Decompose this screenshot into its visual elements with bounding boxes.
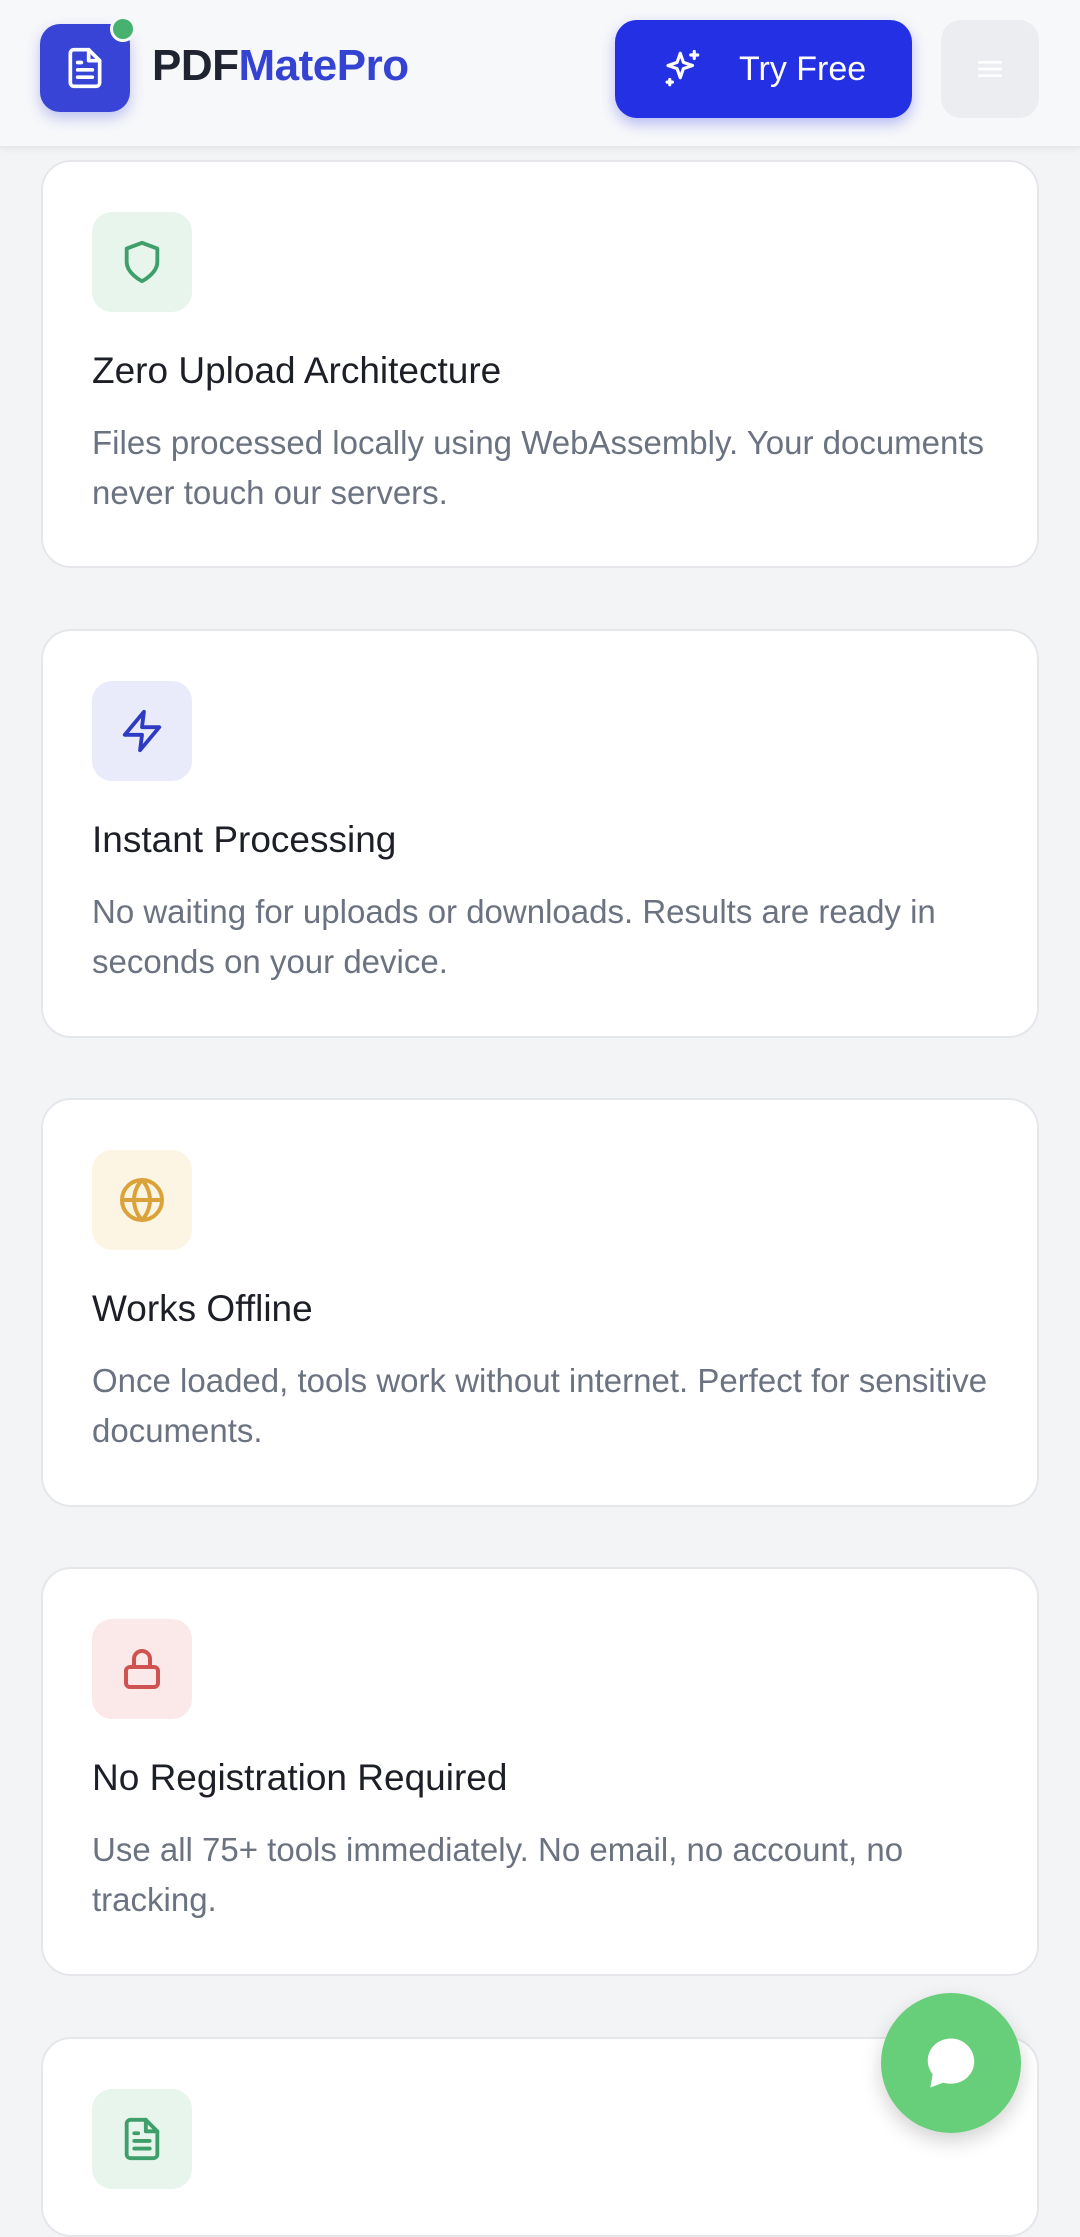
feature-title: Zero Upload Architecture — [92, 350, 502, 391]
try-free-label: Try Free — [739, 50, 867, 88]
shield-icon — [124, 240, 160, 284]
icon-tile — [92, 2089, 192, 2189]
sparkles-icon — [665, 49, 700, 87]
feature-title: Instant Processing — [92, 819, 397, 860]
status-dot — [110, 16, 136, 42]
brand-name[interactable]: PDFMatePro — [152, 38, 409, 94]
file-text-icon — [124, 2117, 160, 2161]
feature-card-works-offline: Works Offline Once loaded, tools work wi… — [41, 1098, 1039, 1507]
icon-tile — [92, 1619, 192, 1719]
hamburger-menu-icon — [978, 60, 1002, 77]
icon-tile — [92, 1150, 192, 1250]
feature-card-instant-processing: Instant Processing No waiting for upload… — [41, 629, 1039, 1038]
feature-description: No waiting for uploads or downloads. Res… — [92, 893, 936, 980]
lightning-icon — [122, 709, 162, 753]
feature-card-no-registration: No Registration Required Use all 75+ too… — [41, 1567, 1039, 1976]
chat-bubble-icon — [927, 2038, 975, 2088]
lock-icon — [124, 1649, 160, 1689]
feature-description: Once loaded, tools work without internet… — [92, 1362, 988, 1449]
feature-card-zero-upload: Zero Upload Architecture Files processed… — [41, 160, 1039, 568]
feature-description: Use all 75+ tools immediately. No email,… — [92, 1831, 904, 1918]
chat-button[interactable] — [881, 1993, 1021, 2133]
icon-tile — [92, 212, 192, 312]
document-icon — [68, 47, 102, 89]
try-free-button[interactable]: Try Free — [615, 20, 912, 118]
feature-description: Files processed locally using WebAssembl… — [92, 424, 985, 511]
icon-tile — [92, 681, 192, 781]
top-navigation-bar: PDFMatePro Try Free — [0, 0, 1080, 148]
brand-name-part1: PDF — [152, 41, 239, 90]
menu-button[interactable] — [941, 20, 1039, 118]
globe-icon — [120, 1178, 164, 1222]
feature-title: Works Offline — [92, 1288, 313, 1329]
brand-name-part2: MatePro — [238, 41, 410, 90]
feature-title: No Registration Required — [92, 1757, 508, 1798]
